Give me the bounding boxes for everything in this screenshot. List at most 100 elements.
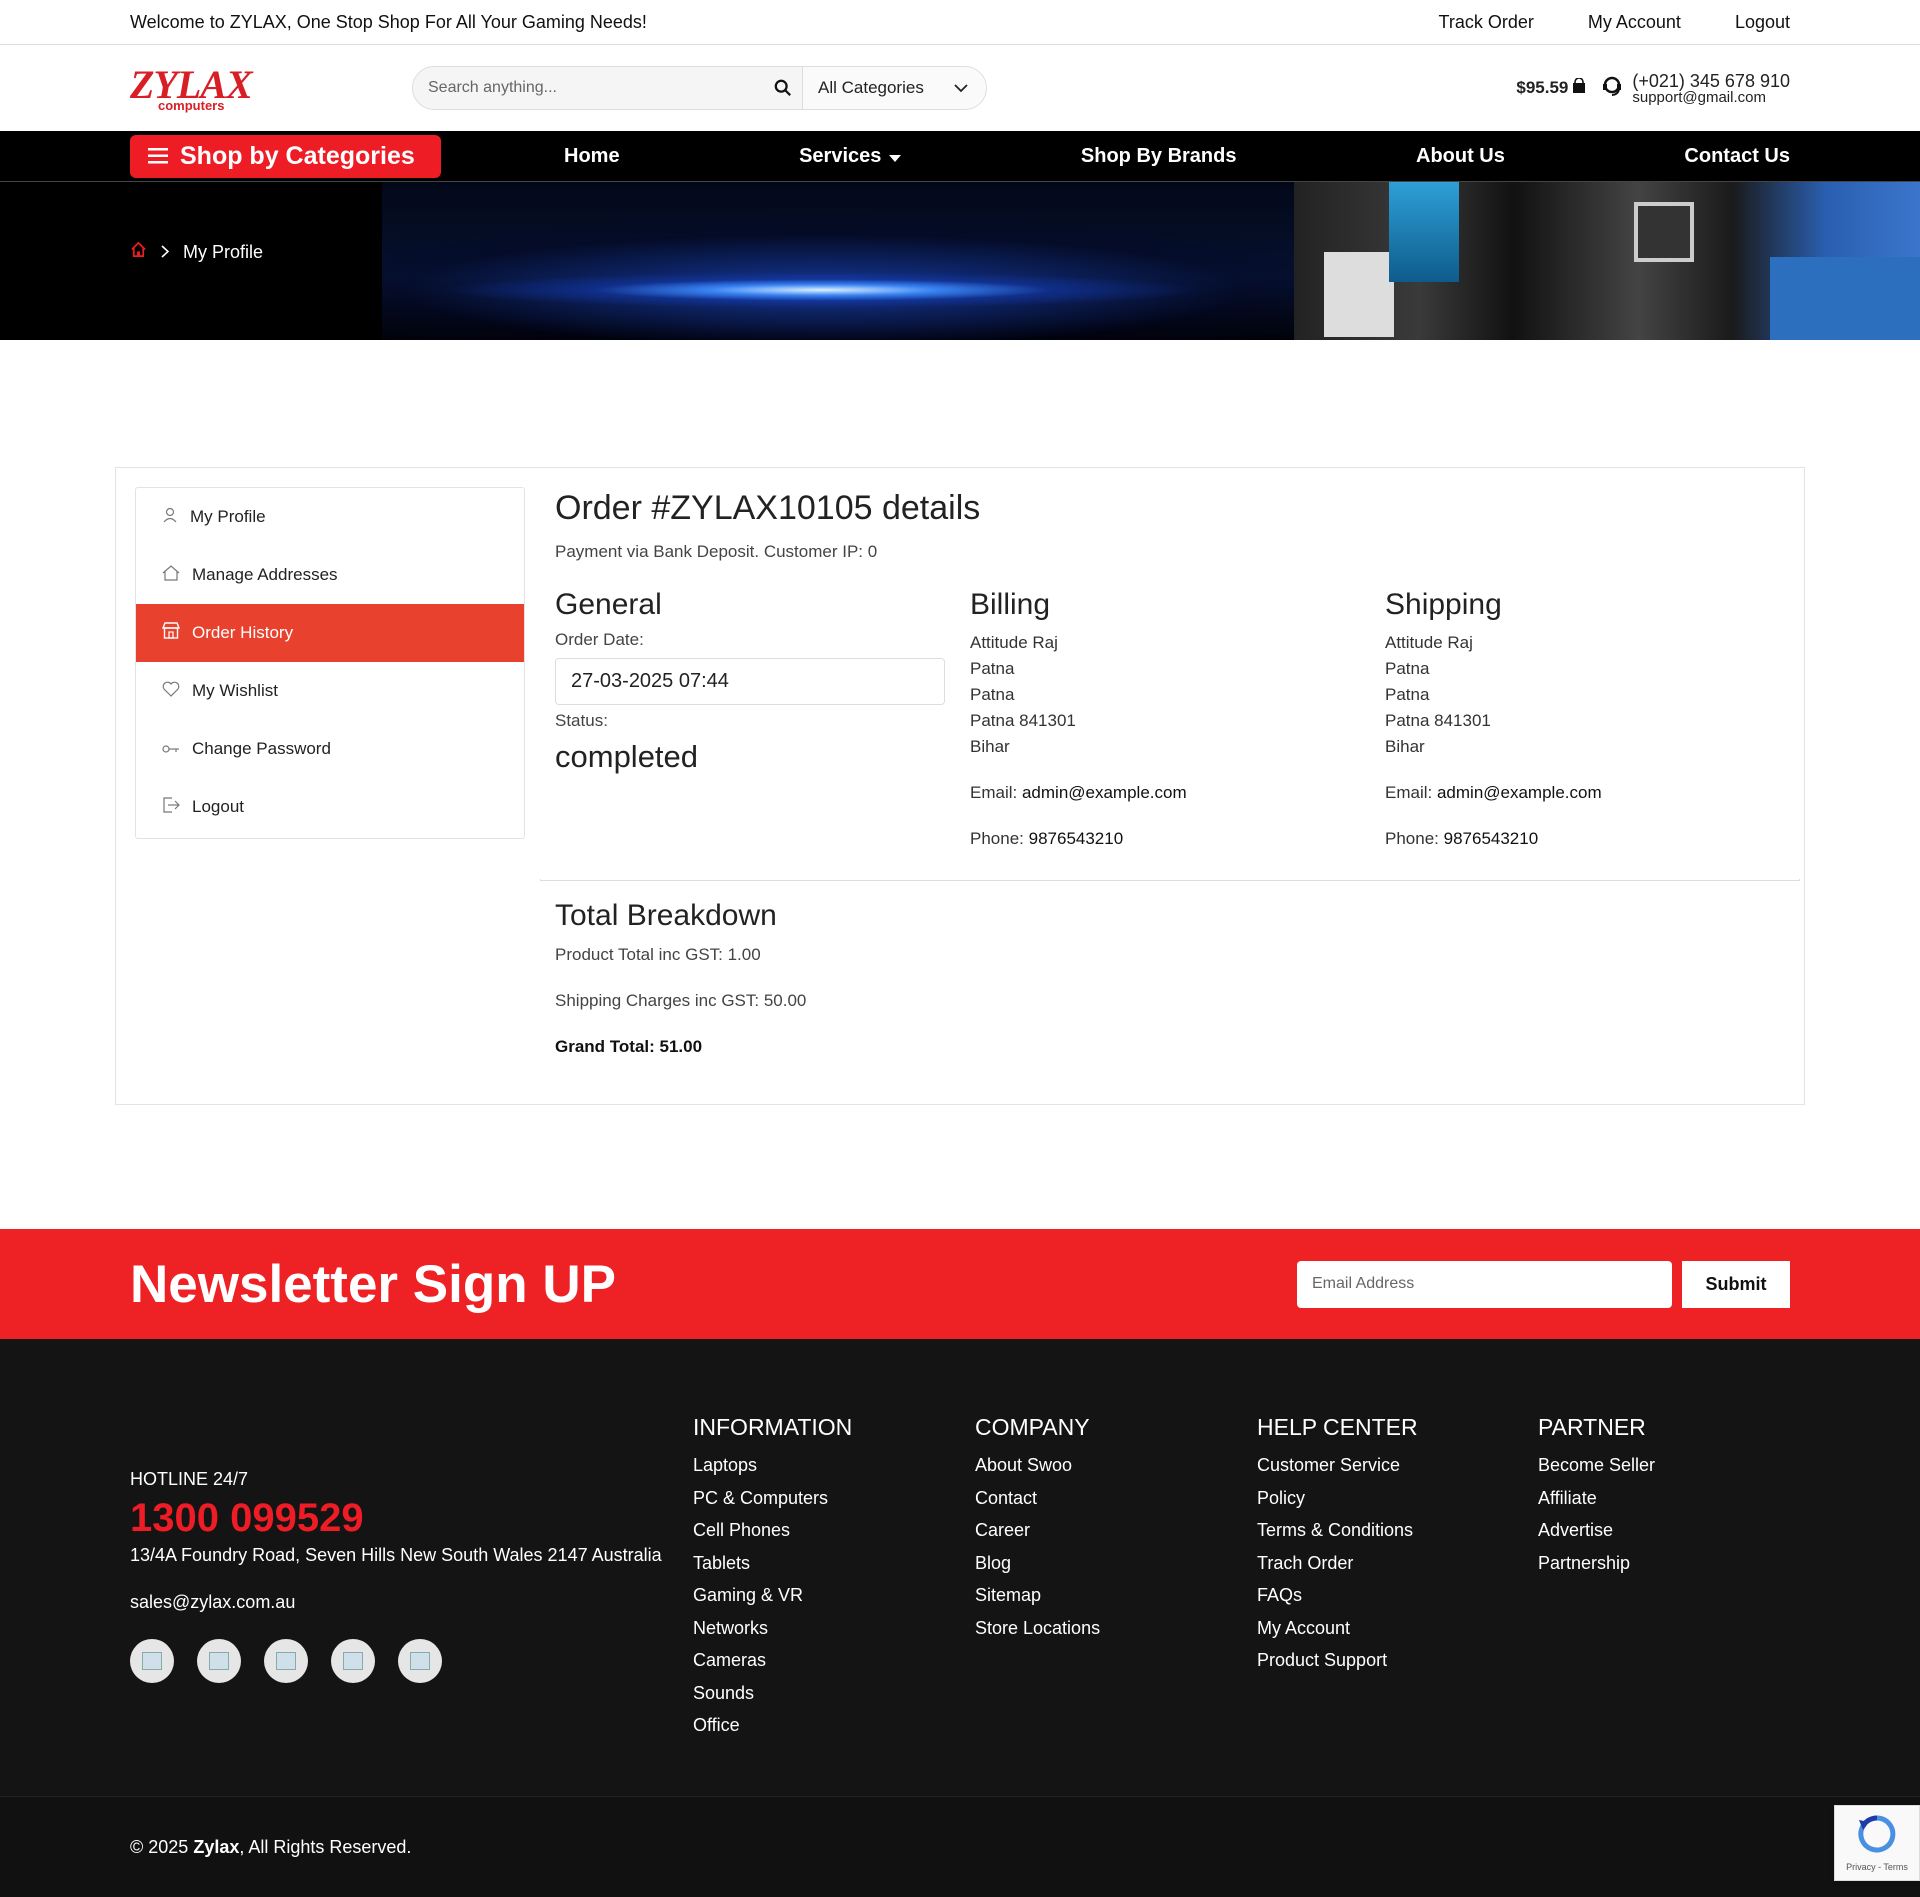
shop-by-categories-label: Shop by Categories xyxy=(180,141,415,170)
account-sidebar: My Profile Manage Addresses Order Histor… xyxy=(135,487,525,839)
recaptcha-badge[interactable]: Privacy - Terms xyxy=(1834,1805,1920,1881)
contact-phone: (+021) 345 678 910 xyxy=(1632,70,1790,91)
footer-col-title: HELP CENTER xyxy=(1257,1414,1418,1440)
shipping-email: admin@example.com xyxy=(1436,783,1602,802)
order-status: completed xyxy=(555,739,699,774)
contact-email: support@gmail.com xyxy=(1632,88,1766,106)
sidebar-item-my-wishlist[interactable]: My Wishlist xyxy=(136,662,524,720)
my-account-link[interactable]: My Account xyxy=(1588,12,1681,33)
store-icon xyxy=(161,622,181,644)
footer-link[interactable]: FAQs xyxy=(1257,1579,1418,1612)
recaptcha-links[interactable]: Privacy - Terms xyxy=(1846,1862,1908,1872)
newsletter-submit-button[interactable]: Submit xyxy=(1682,1260,1790,1308)
shipping-charges: Shipping Charges inc GST: 50.00 xyxy=(555,991,807,1010)
footer-link[interactable]: Customer Service xyxy=(1257,1449,1418,1482)
newsletter-email-input[interactable]: Email Address xyxy=(1297,1260,1672,1308)
footer-link[interactable]: Policy xyxy=(1257,1482,1418,1515)
sidebar-item-manage-addresses[interactable]: Manage Addresses xyxy=(136,546,524,604)
grand-total: Grand Total: 51.00 xyxy=(555,1037,703,1056)
social-icon[interactable] xyxy=(130,1639,174,1683)
billing-name: Attitude Raj xyxy=(970,633,1058,652)
sidebar-item-order-history[interactable]: Order History xyxy=(136,604,524,662)
shipping-line: Patna xyxy=(1385,685,1430,704)
billing-heading: Billing xyxy=(970,588,1051,621)
logout-link[interactable]: Logout xyxy=(1735,12,1790,33)
footer-link[interactable]: Laptops xyxy=(693,1449,852,1482)
sidebar-item-label: Order History xyxy=(192,623,294,642)
social-icon[interactable] xyxy=(264,1639,308,1683)
search-icon[interactable] xyxy=(763,67,803,109)
nav-contact-us[interactable]: Contact Us xyxy=(1684,145,1790,168)
headset-icon xyxy=(1602,75,1622,102)
footer-email[interactable]: sales@zylax.com.au xyxy=(130,1592,662,1613)
footer-link[interactable]: Gaming & VR xyxy=(693,1579,852,1612)
social-icon[interactable] xyxy=(197,1639,241,1683)
footer-link[interactable]: Terms & Conditions xyxy=(1257,1514,1418,1547)
chevron-right-icon xyxy=(161,242,170,263)
footer-link[interactable]: Partnership xyxy=(1538,1547,1655,1580)
nav-about-us[interactable]: About Us xyxy=(1416,145,1505,168)
footer-col-partner: PARTNER Become Seller Affiliate Advertis… xyxy=(1538,1414,1655,1579)
footer-link[interactable]: PC & Computers xyxy=(693,1482,852,1515)
footer-col-title: INFORMATION xyxy=(693,1414,853,1440)
welcome-text: Welcome to ZYLAX, One Stop Shop For All … xyxy=(130,11,647,32)
hero-banner: My Profile xyxy=(0,182,1920,340)
status-label: Status: xyxy=(555,711,608,730)
cart-button[interactable]: $95.59 xyxy=(1516,76,1586,99)
sidebar-item-label: Change Password xyxy=(192,739,331,758)
copyright-suffix: , All Rights Reserved. xyxy=(239,1836,412,1857)
footer-link[interactable]: Advertise xyxy=(1538,1514,1655,1547)
footer-link[interactable]: Sounds xyxy=(693,1677,852,1710)
footer-col-title: COMPANY xyxy=(975,1414,1090,1440)
recaptcha-icon xyxy=(1857,1814,1897,1856)
copyright-prefix: © 2025 xyxy=(130,1836,189,1857)
billing-section: Billing Attitude Raj Patna Patna Patna 8… xyxy=(970,588,1385,852)
section-divider xyxy=(540,879,1800,881)
hotline-label: HOTLINE 24/7 xyxy=(130,1469,249,1489)
shipping-heading: Shipping xyxy=(1385,588,1502,621)
footer-link[interactable]: About Swoo xyxy=(975,1449,1100,1482)
logo[interactable]: ZYLAX computers xyxy=(130,64,412,112)
footer-link[interactable]: Cameras xyxy=(693,1644,852,1677)
footer-link[interactable]: Sitemap xyxy=(975,1579,1100,1612)
footer-link[interactable]: Tablets xyxy=(693,1547,852,1580)
order-date-field[interactable]: 27-03-2025 07:44 xyxy=(555,658,945,705)
billing-email: admin@example.com xyxy=(1021,783,1187,802)
footer-link[interactable]: Office xyxy=(693,1709,852,1742)
search-bar: Search anything... All Categories xyxy=(412,66,987,110)
shopping-bag-icon xyxy=(1572,76,1586,99)
footer-link[interactable]: Become Seller xyxy=(1538,1449,1655,1482)
sidebar-item-my-profile[interactable]: My Profile xyxy=(136,488,524,546)
footer-link[interactable]: Affiliate xyxy=(1538,1482,1655,1515)
nav-home[interactable]: Home xyxy=(564,145,620,168)
sidebar-item-label: Manage Addresses xyxy=(192,565,338,584)
total-breakdown: Total Breakdown Product Total inc GST: 1… xyxy=(555,899,806,1083)
sidebar-item-change-password[interactable]: Change Password xyxy=(136,720,524,778)
nav-shop-by-brands[interactable]: Shop By Brands xyxy=(1081,145,1237,168)
footer-link[interactable]: Career xyxy=(975,1514,1100,1547)
footer-link[interactable]: Cell Phones xyxy=(693,1514,852,1547)
top-bar: Welcome to ZYLAX, One Stop Shop For All … xyxy=(0,0,1920,45)
footer-link[interactable]: Blog xyxy=(975,1547,1100,1580)
footer-link[interactable]: Store Locations xyxy=(975,1612,1100,1645)
footer-link[interactable]: Trach Order xyxy=(1257,1547,1418,1580)
footer-link[interactable]: Product Support xyxy=(1257,1644,1418,1677)
track-order-link[interactable]: Track Order xyxy=(1439,12,1534,33)
sidebar-item-logout[interactable]: Logout xyxy=(136,778,524,836)
breadcrumb: My Profile xyxy=(130,241,263,263)
home-icon[interactable] xyxy=(130,241,147,263)
social-icon[interactable] xyxy=(398,1639,442,1683)
footer-link[interactable]: Contact xyxy=(975,1482,1100,1515)
category-select[interactable]: All Categories xyxy=(803,67,986,109)
footer-link[interactable]: My Account xyxy=(1257,1612,1418,1645)
hotline-number[interactable]: 1300 099529 xyxy=(130,1496,662,1541)
footer-link[interactable]: Networks xyxy=(693,1612,852,1645)
shop-by-categories-button[interactable]: Shop by Categories xyxy=(130,134,441,178)
search-input[interactable]: Search anything... xyxy=(413,67,763,109)
footer-address: 13/4A Foundry Road, Seven Hills New Sout… xyxy=(130,1545,662,1565)
social-icon[interactable] xyxy=(331,1639,375,1683)
order-details: Order #ZYLAX10105 details Payment via Ba… xyxy=(555,487,1800,852)
shipping-line: Patna xyxy=(1385,659,1430,678)
sidebar-item-label: Logout xyxy=(192,797,244,816)
nav-services[interactable]: Services xyxy=(799,145,902,168)
